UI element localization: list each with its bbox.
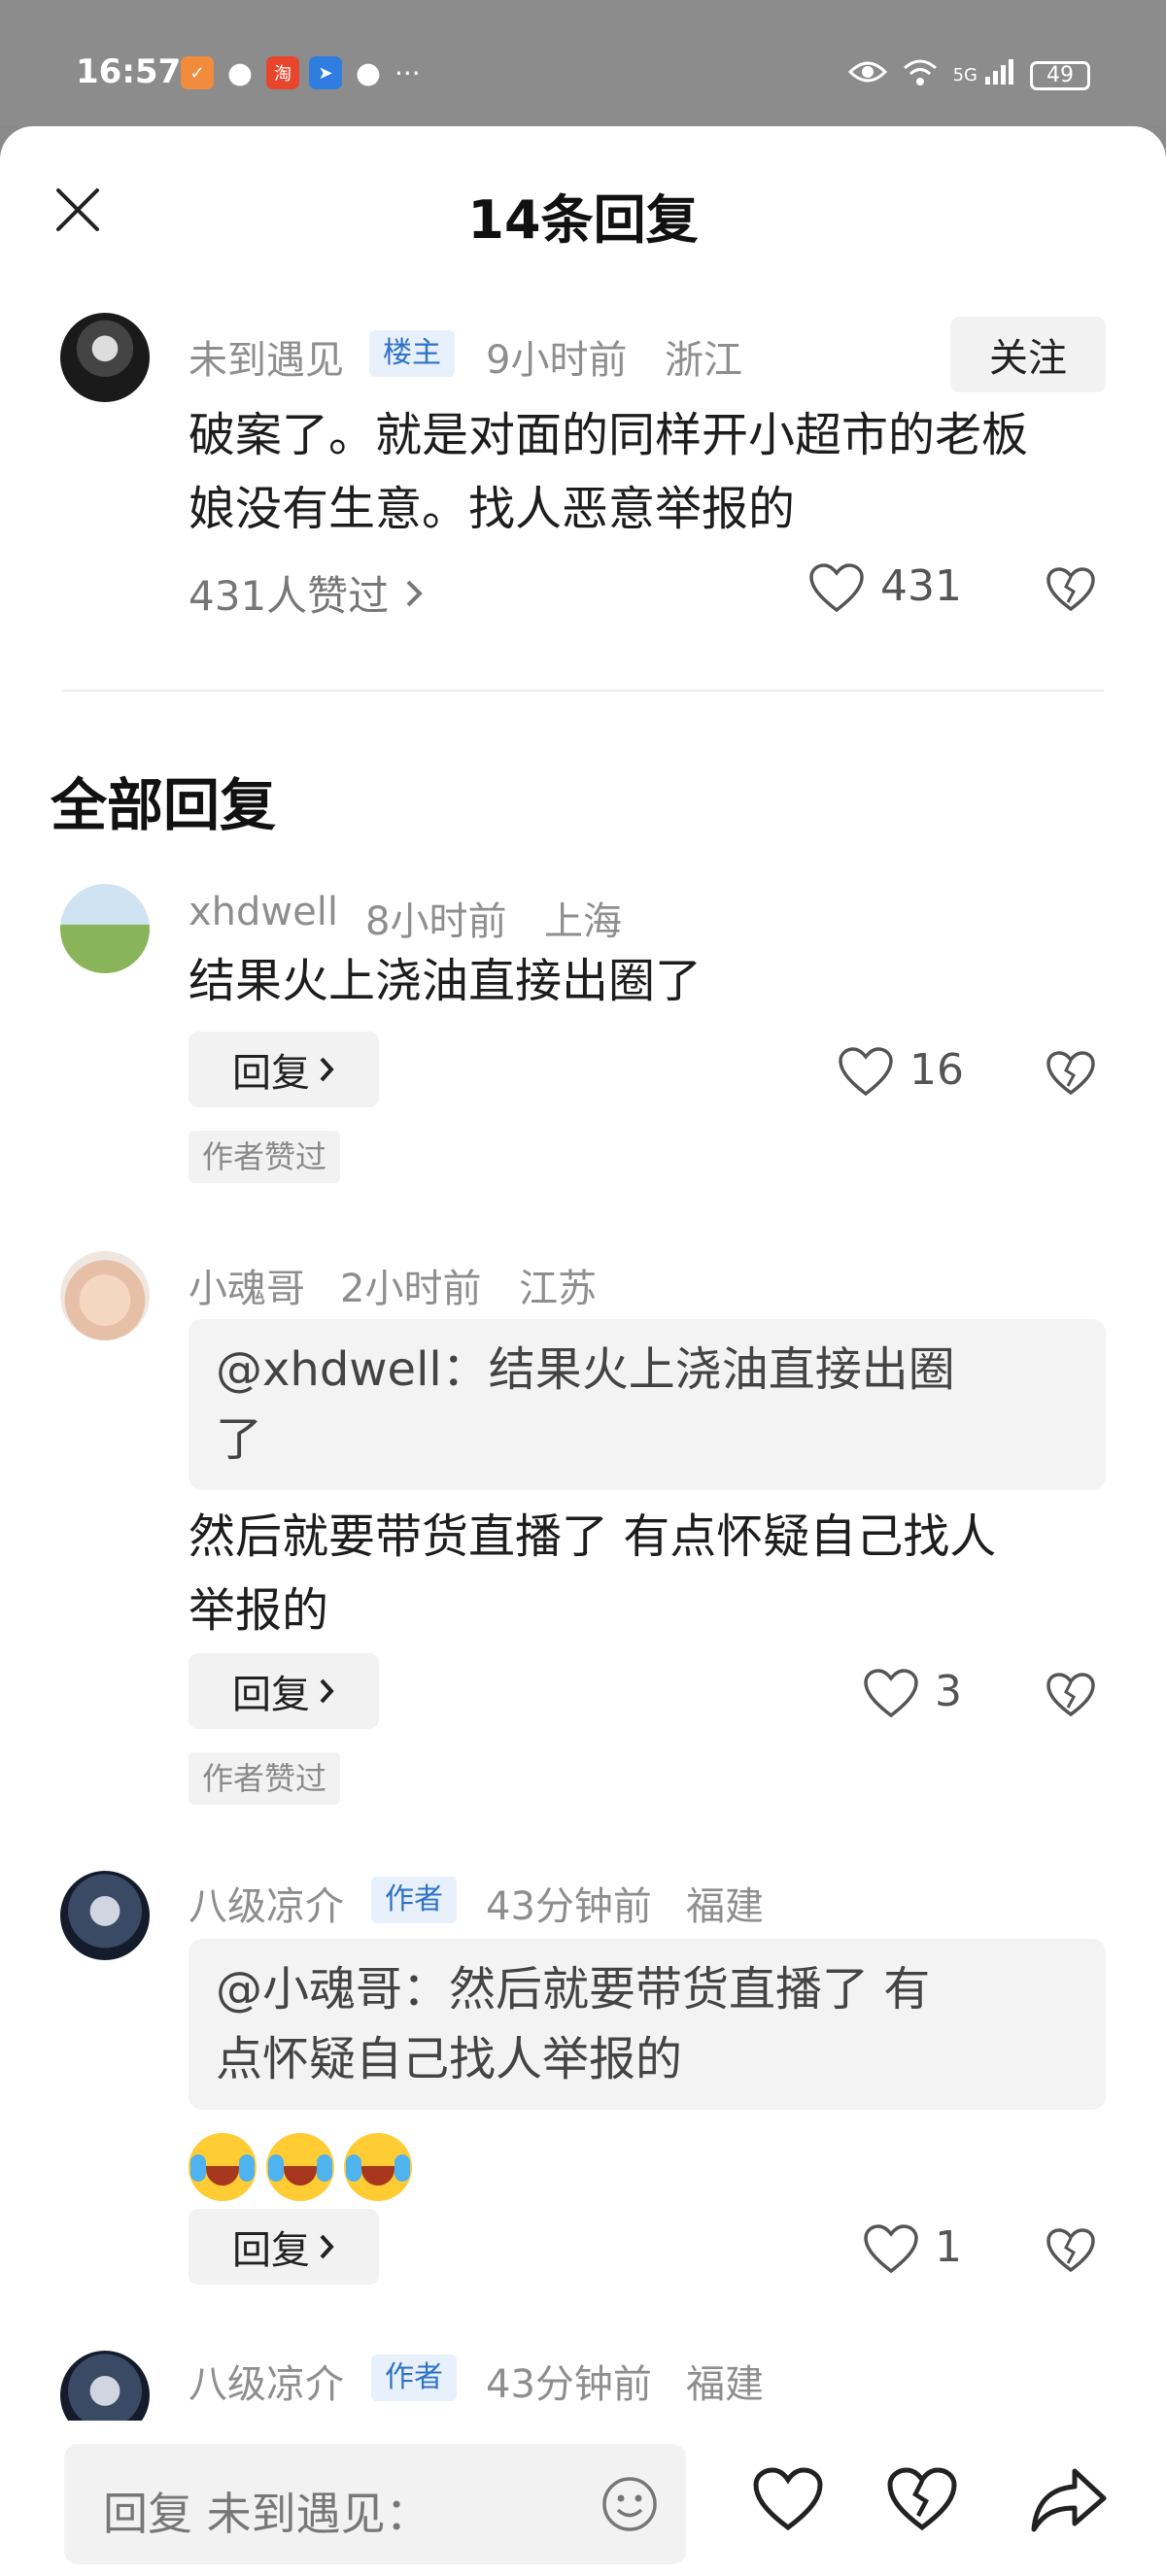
reply-button-label: 回复 <box>232 2228 310 2273</box>
app-notification-icon: ✓ <box>181 56 214 89</box>
heart-icon[interactable] <box>808 563 865 614</box>
comment-text: 然后就要带货直播了 有点怀疑自己找人 举报的 <box>189 1500 1121 1647</box>
quote-line: 了 <box>216 1412 263 1467</box>
reply-button-label: 回复 <box>232 1673 310 1717</box>
divider <box>62 690 1104 692</box>
wifi-icon <box>901 56 940 94</box>
quote-line: @xhdwell：结果火上浇油直接出圈 <box>216 1342 955 1397</box>
username[interactable]: 八级凉介 <box>189 1875 344 1931</box>
wechat-icon: ● <box>226 55 254 90</box>
comment-location: 福建 <box>686 1884 764 1929</box>
dislike-icon[interactable] <box>1046 1673 1096 1717</box>
app-notification-icon-2: ➤ <box>309 56 342 89</box>
notification-icons: ✓ ● 淘 ➤ ● ··· <box>181 55 421 90</box>
comment-text-line: 娘没有生意。找人恶意举报的 <box>189 482 796 536</box>
taobao-icon: 淘 <box>266 56 299 89</box>
reply-input[interactable]: 回复 未到遇见： <box>64 2444 686 2564</box>
share-icon[interactable] <box>1030 2465 1108 2535</box>
dislike-icon[interactable] <box>1046 2228 1096 2273</box>
author-badge: 作者 <box>371 1877 457 1923</box>
reply-button[interactable]: 回复 <box>189 1653 379 1729</box>
avatar[interactable] <box>60 1871 150 1960</box>
avatar[interactable] <box>60 313 150 402</box>
like-count: 431 <box>880 561 962 611</box>
chevron-right-icon <box>406 580 424 606</box>
section-title: 全部回复 <box>51 772 277 838</box>
like-count: 16 <box>909 1045 964 1095</box>
dislike-icon[interactable] <box>1046 567 1096 612</box>
dislike-icon[interactable] <box>886 2467 958 2531</box>
comment-text: 破案了。就是对面的同样开小超市的老板 娘没有生意。找人恶意举报的 <box>189 398 1121 546</box>
heart-icon[interactable] <box>863 2224 919 2275</box>
comment-time: 43分钟前 <box>486 2362 652 2407</box>
comment-time: 9小时前 <box>486 338 628 383</box>
laugh-cry-emoji-icon <box>266 2133 334 2201</box>
system-icons: 5G 49 <box>847 56 1090 94</box>
heart-icon[interactable] <box>838 1047 894 1098</box>
laugh-cry-emoji-icon <box>344 2133 412 2201</box>
comment-time: 2小时前 <box>340 1267 482 1311</box>
comment-text-line: 举报的 <box>189 1583 329 1638</box>
reply-button[interactable]: 回复 <box>189 1032 379 1107</box>
like-count: 3 <box>935 1667 962 1716</box>
battery-icon: 49 <box>1030 60 1090 90</box>
comment-time: 43分钟前 <box>486 1884 652 1929</box>
comment-location: 浙江 <box>665 338 742 383</box>
signal-icon <box>983 57 1016 93</box>
laugh-cry-emoji-icon <box>189 2133 257 2201</box>
author-liked-tag: 作者赞过 <box>189 1131 341 1183</box>
emoji-row <box>189 2133 412 2201</box>
liked-by-link[interactable]: 431人赞过 <box>189 563 426 623</box>
username[interactable]: 小魂哥 <box>189 1257 305 1313</box>
message-icon: ● <box>355 55 382 90</box>
comment-sheet: 14条回复 未到遇见 楼主 9小时前 浙江 关注 破案了。就是对面的同样开小超市… <box>0 126 1166 2576</box>
page-title: 14条回复 <box>467 189 699 251</box>
signal-label: 5G <box>952 65 977 85</box>
bottom-bar: 回复 未到遇见： <box>0 2421 1166 2576</box>
quoted-reply: @小魂哥：然后就要带货直播了 有 点怀疑自己找人举报的 <box>189 1939 1106 2110</box>
quote-line: 点怀疑自己找人举报的 <box>216 2032 683 2086</box>
comment-text: 结果火上浇油直接出圈了 <box>189 954 703 1008</box>
username[interactable]: 八级凉介 <box>189 2353 344 2409</box>
liked-by-text: 431人赞过 <box>189 572 390 620</box>
quote-line: @小魂哥：然后就要带货直播了 有 <box>216 1962 931 2017</box>
comment-location: 江苏 <box>519 1267 597 1311</box>
like-count: 1 <box>935 2222 962 2272</box>
chevron-right-icon <box>320 1057 334 1082</box>
comment-location: 福建 <box>686 2362 764 2407</box>
chevron-right-icon <box>320 2234 334 2259</box>
comment-location: 上海 <box>544 899 622 944</box>
comment-text-line: 然后就要带货直播了 有点怀疑自己找人 <box>189 1509 997 1564</box>
avatar[interactable] <box>60 884 150 973</box>
reply-input-placeholder: 回复 未到遇见： <box>103 2488 430 2540</box>
op-badge: 楼主 <box>369 330 455 377</box>
dislike-icon[interactable] <box>1046 1051 1096 1096</box>
status-bar: 16:57 ✓ ● 淘 ➤ ● ··· 5G 49 <box>0 0 1166 126</box>
quoted-reply: @xhdwell：结果火上浇油直接出圈 了 <box>189 1319 1106 1490</box>
emoji-icon[interactable] <box>600 2475 659 2533</box>
avatar[interactable] <box>60 1251 150 1340</box>
heart-icon[interactable] <box>863 1669 919 1719</box>
reply-button[interactable]: 回复 <box>189 2209 379 2285</box>
comment-text-line: 破案了。就是对面的同样开小超市的老板 <box>189 408 1029 462</box>
comment-time: 8小时前 <box>365 899 507 944</box>
username[interactable]: xhdwell <box>189 890 338 934</box>
author-badge: 作者 <box>371 2355 457 2401</box>
heart-icon[interactable] <box>752 2467 824 2531</box>
chevron-right-icon <box>320 1678 334 1704</box>
status-time: 16:57 <box>76 52 182 91</box>
follow-button[interactable]: 关注 <box>950 317 1106 392</box>
eye-icon <box>847 58 887 92</box>
author-liked-tag: 作者赞过 <box>189 1752 341 1805</box>
reply-button-label: 回复 <box>232 1051 310 1096</box>
more-notifications-icon: ··· <box>394 56 421 89</box>
username[interactable]: 未到遇见 <box>189 328 344 385</box>
